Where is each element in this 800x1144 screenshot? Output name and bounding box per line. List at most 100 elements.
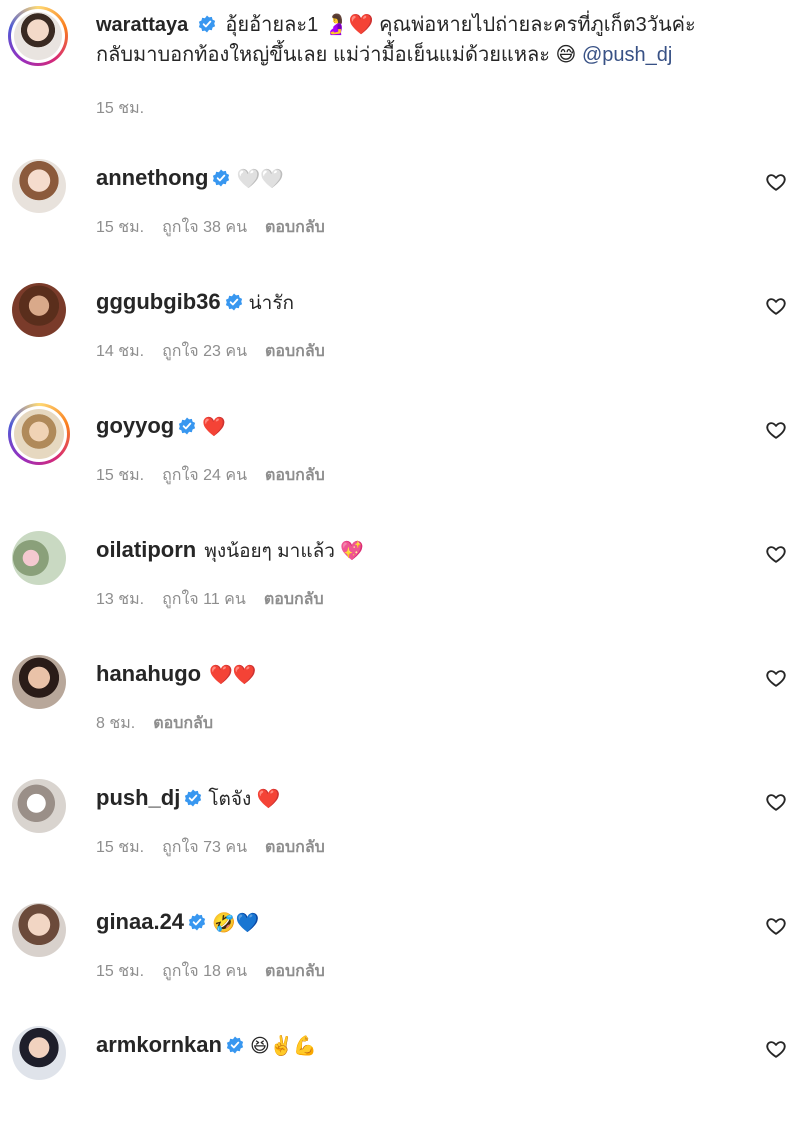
comment-text: ❤️❤️ bbox=[209, 665, 257, 686]
reply-button[interactable]: ตอบกลับ bbox=[153, 715, 213, 732]
caption-text: warattaya อุ้ยอ้ายละ1 🤰❤️ คุณพ่อหายไปถ่า… bbox=[96, 10, 776, 70]
commenter-avatar[interactable] bbox=[8, 403, 70, 465]
comment-time: 15 ชม. bbox=[96, 219, 145, 236]
likes-prefix: ถูกใจ bbox=[162, 467, 199, 484]
comment-meta: 15 ชม. ถูกใจ 73 คน ตอบกลับ bbox=[96, 835, 343, 860]
comment-meta: 13 ชม. ถูกใจ 11 คน ตอบกลับ bbox=[96, 587, 342, 612]
comment-likes[interactable]: ถูกใจ 11 คน bbox=[162, 591, 246, 608]
commenter-avatar[interactable] bbox=[12, 531, 66, 585]
heart-outline-icon[interactable] bbox=[765, 1038, 787, 1060]
comment-item: gggubgib36 น่ารัก 14 ชม. ถูกใจ 23 คน ตอบกลับ bbox=[0, 277, 800, 401]
comment-text: โตจัง ❤️ bbox=[208, 789, 281, 810]
reply-button[interactable]: ตอบกลับ bbox=[265, 343, 325, 360]
heart-outline-icon[interactable] bbox=[765, 171, 787, 193]
comment-item: armkornkan 😆✌️💪 bbox=[0, 1020, 800, 1144]
likes-prefix: ถูกใจ bbox=[162, 591, 199, 608]
verified-badge-icon bbox=[213, 169, 230, 187]
likes-suffix: คน bbox=[225, 343, 247, 360]
caption-mention[interactable]: @push_dj bbox=[582, 44, 672, 66]
comment-line: oilatiporn พุงน้อยๆ มาแล้ว 💖 bbox=[96, 535, 364, 567]
commenter-avatar[interactable] bbox=[12, 159, 66, 213]
comment-text: ❤️ bbox=[202, 417, 226, 438]
comment-line: goyyog ❤️ bbox=[96, 411, 226, 443]
likes-count: 18 bbox=[203, 963, 221, 980]
verified-badge-icon bbox=[226, 1036, 244, 1054]
verified-badge-icon bbox=[179, 417, 196, 435]
likes-prefix: ถูกใจ bbox=[162, 839, 199, 856]
comment-line: annethong 🤍🤍 bbox=[96, 163, 284, 195]
comment-line: hanahugo ❤️❤️ bbox=[96, 659, 257, 691]
likes-suffix: คน bbox=[225, 219, 247, 236]
comment-meta: 14 ชม. ถูกใจ 23 คน ตอบกลับ bbox=[96, 339, 343, 364]
likes-prefix: ถูกใจ bbox=[162, 343, 199, 360]
likes-count: 23 bbox=[203, 343, 221, 360]
heart-outline-icon[interactable] bbox=[765, 915, 787, 937]
caption-line1: อุ้ยอ้ายละ1 🤰❤️ คุณพ่อหายไปถ่ายละครที่ภู… bbox=[225, 14, 696, 36]
comment-username[interactable]: push_dj bbox=[96, 785, 180, 810]
comment-text: พุงน้อยๆ มาแล้ว 💖 bbox=[204, 541, 364, 562]
comment-time: 14 ชม. bbox=[96, 343, 145, 360]
likes-count: 73 bbox=[203, 839, 221, 856]
heart-outline-icon[interactable] bbox=[765, 295, 787, 317]
comment-line: gggubgib36 น่ารัก bbox=[96, 287, 294, 319]
comment-likes[interactable]: ถูกใจ 38 คน bbox=[162, 219, 247, 236]
heart-outline-icon[interactable] bbox=[765, 543, 787, 565]
commenter-avatar[interactable] bbox=[12, 283, 66, 337]
comment-username[interactable]: annethong bbox=[96, 165, 208, 190]
caption: warattaya อุ้ยอ้ายละ1 🤰❤️ คุณพ่อหายไปถ่า… bbox=[0, 0, 800, 140]
comment-username[interactable]: goyyog bbox=[96, 413, 174, 438]
comment-meta: 8 ชม. ตอบกลับ bbox=[96, 711, 231, 736]
comment-meta: 15 ชม. ถูกใจ 38 คน ตอบกลับ bbox=[96, 215, 343, 240]
verified-badge-icon bbox=[188, 913, 206, 931]
comment-time: 13 ชม. bbox=[96, 591, 145, 608]
reply-button[interactable]: ตอบกลับ bbox=[264, 591, 324, 608]
comment-item: ginaa.24 🤣💙 15 ชม. ถูกใจ 18 คน ตอบกลับ bbox=[0, 897, 800, 1021]
comment-item: hanahugo ❤️❤️ 8 ชม. ตอบกลับ bbox=[0, 649, 800, 773]
comment-likes[interactable]: ถูกใจ 23 คน bbox=[162, 343, 247, 360]
comment-likes[interactable]: ถูกใจ 18 คน bbox=[162, 963, 247, 980]
comment-username[interactable]: ginaa.24 bbox=[96, 909, 184, 934]
comment-line: ginaa.24 🤣💙 bbox=[96, 907, 259, 939]
comment-likes[interactable]: ถูกใจ 24 คน bbox=[162, 467, 247, 484]
comment-item: push_dj โตจัง ❤️ 15 ชม. ถูกใจ 73 คน ตอบกลับ bbox=[0, 773, 800, 897]
reply-button[interactable]: ตอบกลับ bbox=[265, 839, 325, 856]
reply-button[interactable]: ตอบกลับ bbox=[265, 963, 325, 980]
comment-time: 8 ชม. bbox=[96, 715, 136, 732]
comment-likes[interactable]: ถูกใจ 73 คน bbox=[162, 839, 247, 856]
heart-outline-icon[interactable] bbox=[765, 419, 787, 441]
comment-text: น่ารัก bbox=[248, 293, 295, 314]
likes-count: 38 bbox=[203, 219, 221, 236]
heart-outline-icon[interactable] bbox=[765, 667, 787, 689]
comment-username[interactable]: hanahugo bbox=[96, 661, 201, 686]
likes-suffix: คน bbox=[225, 963, 247, 980]
caption-time: 15 ชม. bbox=[96, 100, 145, 117]
comment-text: 🤣💙 bbox=[212, 913, 260, 934]
commenter-avatar[interactable] bbox=[12, 779, 66, 833]
profile-photo bbox=[14, 12, 62, 60]
comment-item: annethong 🤍🤍 15 ชม. ถูกใจ 38 คน ตอบกลับ bbox=[0, 153, 800, 277]
reply-button[interactable]: ตอบกลับ bbox=[265, 219, 325, 236]
comment-text: 😆✌️💪 bbox=[249, 1036, 318, 1057]
caption-username[interactable]: warattaya bbox=[96, 14, 188, 36]
comment-username[interactable]: armkornkan bbox=[96, 1032, 222, 1057]
likes-count: 24 bbox=[203, 467, 221, 484]
comment-time: 15 ชม. bbox=[96, 467, 145, 484]
comment-time: 15 ชม. bbox=[96, 839, 145, 856]
likes-suffix: คน bbox=[225, 467, 247, 484]
comment-username[interactable]: gggubgib36 bbox=[96, 289, 221, 314]
commenter-avatar[interactable] bbox=[12, 903, 66, 957]
verified-badge-icon bbox=[225, 293, 242, 311]
comment-line: push_dj โตจัง ❤️ bbox=[96, 783, 280, 815]
likes-count: 11 bbox=[203, 591, 220, 608]
caption-avatar[interactable] bbox=[8, 6, 68, 66]
comment-item: oilatiporn พุงน้อยๆ มาแล้ว 💖 13 ชม. ถูกใจ … bbox=[0, 525, 800, 649]
profile-photo bbox=[14, 409, 64, 459]
comment-username[interactable]: oilatiporn bbox=[96, 537, 196, 562]
comment-text: 🤍🤍 bbox=[236, 169, 284, 190]
heart-outline-icon[interactable] bbox=[765, 791, 787, 813]
comment-meta: 15 ชม. ถูกใจ 24 คน ตอบกลับ bbox=[96, 463, 343, 488]
commenter-avatar[interactable] bbox=[12, 1026, 66, 1080]
commenter-avatar[interactable] bbox=[12, 655, 66, 709]
reply-button[interactable]: ตอบกลับ bbox=[265, 467, 325, 484]
likes-prefix: ถูกใจ bbox=[162, 219, 199, 236]
